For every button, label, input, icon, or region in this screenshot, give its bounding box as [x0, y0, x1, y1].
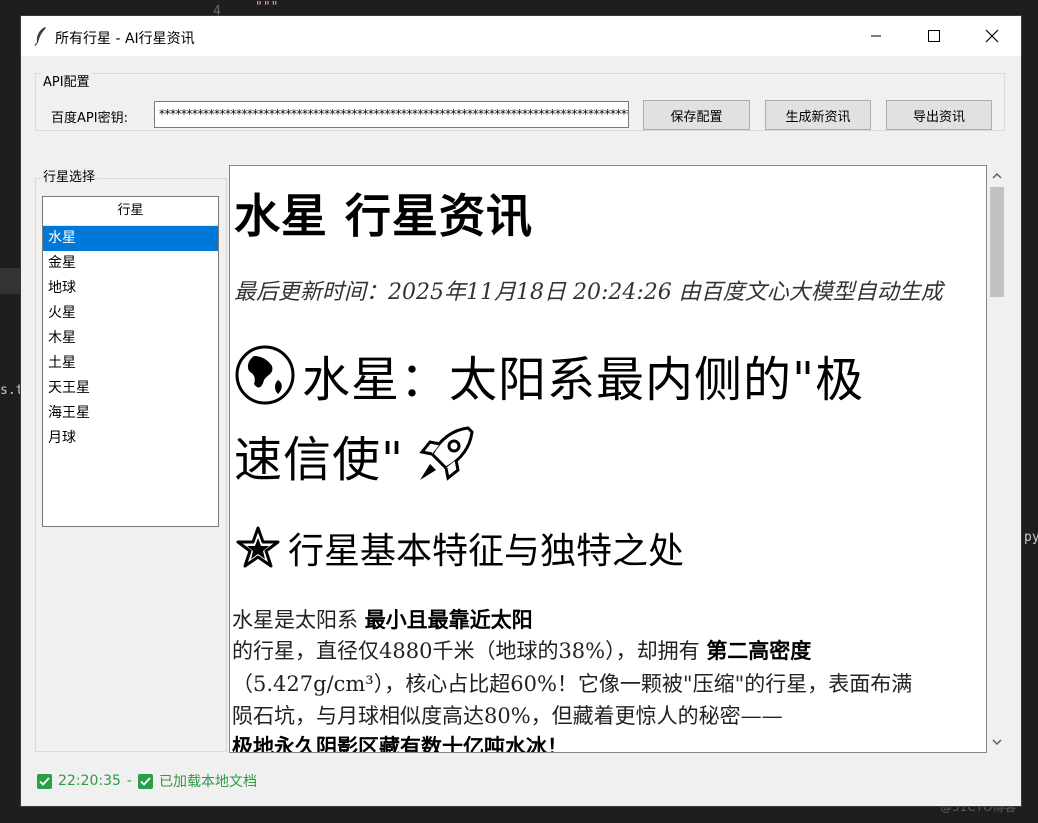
status-bar: 22:20:35 - 已加载本地文档	[37, 771, 257, 791]
api-key-label: 百度API密钥:	[51, 111, 128, 126]
news-paragraph-line: 陨石坑，与月球相似度高达80%，但藏着更惊人的秘密——	[232, 704, 783, 728]
news-subheading-text: 行星基本特征与独特之处	[288, 531, 685, 572]
check-icon	[37, 773, 52, 789]
scroll-up-button[interactable]	[990, 169, 1004, 183]
scroll-thumb[interactable]	[990, 187, 1004, 297]
news-heading-text-1: 水星：太阳系最内侧的"极	[302, 352, 865, 408]
check-icon	[137, 773, 153, 789]
planet-list-header[interactable]: 行星	[43, 197, 218, 226]
news-bold-text: 最小且最靠近太阳	[364, 607, 533, 632]
news-paragraph-line: 极地永久阴影区藏有数十亿吨水冰！	[232, 731, 568, 753]
content-scrollbar[interactable]	[987, 165, 1007, 753]
globe-africa-icon	[235, 345, 295, 405]
planet-list-item[interactable]: 地球	[43, 276, 218, 301]
app-window: 所有行星 - AI行星资讯 API配置 百度API密钥: ***********…	[21, 16, 1021, 806]
news-heading-line1: 水星：太阳系最内侧的"极	[234, 340, 864, 410]
sparkle-star-icon	[236, 526, 280, 568]
news-bold-text: 极地永久阴影区藏有数十亿吨水冰！	[232, 734, 568, 753]
status-message: 已加载本地文档	[158, 774, 257, 790]
feather-icon	[34, 27, 46, 46]
api-config-legend: API配置	[41, 71, 92, 90]
close-button[interactable]	[963, 16, 1021, 56]
minimize-icon	[871, 35, 881, 37]
news-paragraph-line: （5.427g/cm³），核心占比超60%！它像一颗被"压缩"的行星，表面布满	[232, 672, 913, 696]
planet-list-item[interactable]: 金星	[43, 251, 218, 276]
news-content-view[interactable]: 水星 行星资讯 最后更新时间：2025年11月18日 20:24:26 由百度文…	[229, 165, 987, 753]
maximize-button[interactable]	[905, 16, 963, 56]
news-heading-line2: 速信使"	[234, 420, 478, 490]
news-paragraph-line: 水星是太阳系 最小且最靠近太阳	[232, 604, 533, 634]
status-separator: -	[126, 773, 132, 789]
save-config-button[interactable]: 保存配置	[643, 100, 750, 130]
scroll-down-button[interactable]	[990, 735, 1004, 749]
background-right-fragment: py	[1024, 530, 1038, 545]
news-heading-text-2: 速信使"	[234, 432, 405, 488]
planet-list[interactable]: 行星 水星 金星 地球 火星 木星 土星 天王星 海王星 月球	[42, 196, 219, 527]
planet-list-item[interactable]: 海王星	[43, 401, 218, 426]
planet-select-legend: 行星选择	[41, 166, 98, 185]
generate-news-button[interactable]: 生成新资讯	[765, 100, 871, 130]
background-code-quote: """	[255, 0, 279, 15]
news-paragraph-line: 的行星，直径仅4880千米（地球的38%），却拥有 第二高密度	[232, 635, 811, 665]
close-icon	[985, 29, 999, 43]
planet-list-item[interactable]: 土星	[43, 351, 218, 376]
export-news-button[interactable]: 导出资讯	[886, 100, 992, 130]
planet-list-item[interactable]: 月球	[43, 426, 218, 451]
maximize-icon	[928, 30, 940, 42]
planet-list-item[interactable]: 火星	[43, 301, 218, 326]
news-text: 的行星，直径仅4880千米（地球的38%），却拥有	[232, 639, 700, 663]
window-title: 所有行星 - AI行星资讯	[55, 31, 195, 47]
planet-list-item[interactable]: 木星	[43, 326, 218, 351]
news-subheading: 行星基本特征与独特之处	[234, 522, 684, 574]
chevron-down-icon	[992, 739, 1002, 745]
status-time: 22:20:35	[58, 773, 121, 789]
chevron-up-icon	[992, 173, 1002, 179]
news-meta: 最后更新时间：2025年11月18日 20:24:26 由百度文心大模型自动生成	[234, 280, 943, 305]
api-key-input[interactable]: ****************************************…	[154, 101, 629, 128]
rocket-icon	[419, 426, 474, 481]
title-bar: 所有行星 - AI行星资讯	[21, 16, 1021, 56]
planet-list-item[interactable]: 水星	[43, 226, 218, 251]
background-panel	[0, 268, 21, 294]
minimize-button[interactable]	[847, 16, 905, 56]
news-title: 水星 行星资讯	[234, 189, 534, 243]
news-bold-text: 第二高密度	[706, 638, 812, 663]
news-text: 水星是太阳系	[232, 608, 358, 632]
planet-list-item[interactable]: 天王星	[43, 376, 218, 401]
